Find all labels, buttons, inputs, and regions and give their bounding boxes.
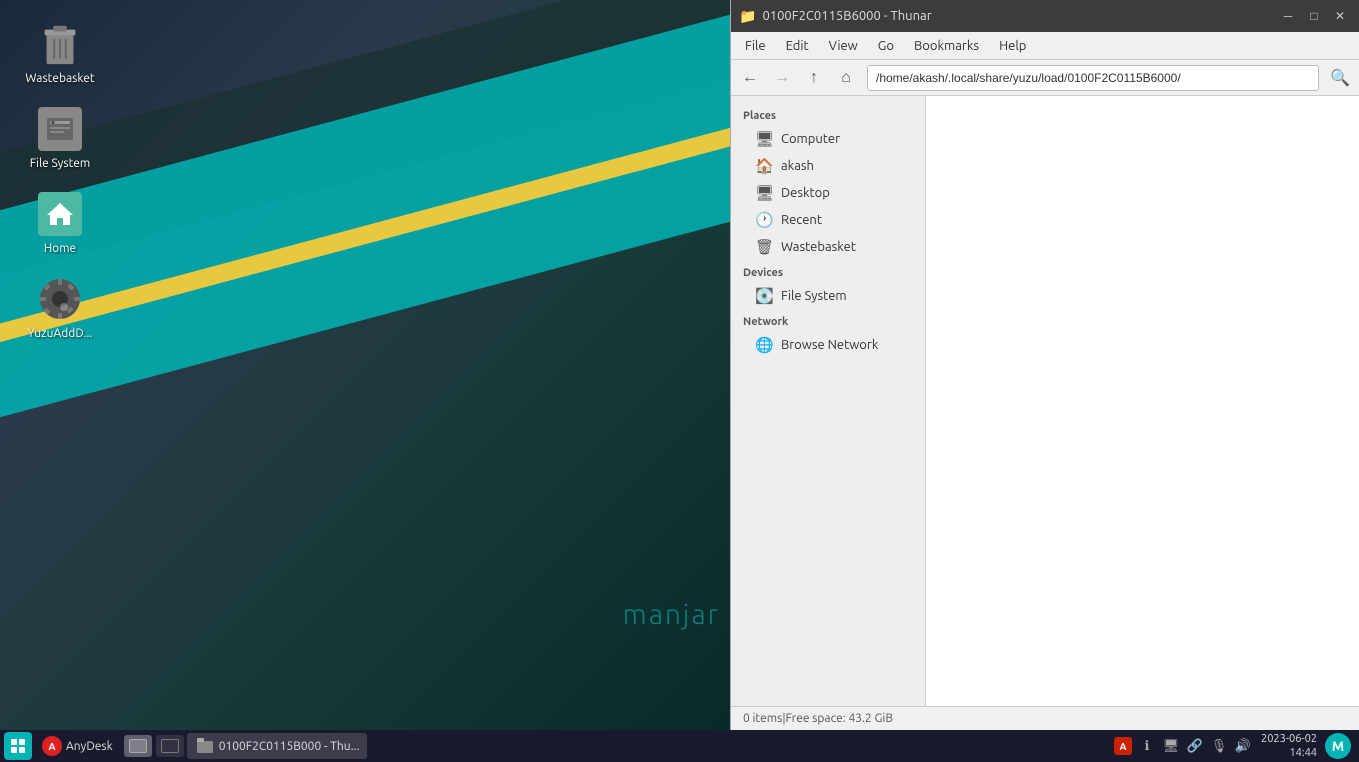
clock-time: 14:44 bbox=[1261, 746, 1317, 760]
filesystem-sidebar-icon: 💽 bbox=[755, 287, 773, 305]
manjaro-text: manjar bbox=[623, 599, 720, 630]
address-bar[interactable] bbox=[867, 65, 1319, 91]
sidebar-item-akash-label: akash bbox=[781, 159, 814, 173]
sidebar-item-computer[interactable]: 🖥 Computer bbox=[735, 126, 921, 152]
taskbar-app-anydesk[interactable]: A AnyDesk bbox=[34, 733, 121, 759]
desktop-icon-yuzu[interactable]: YuzuAddD... bbox=[20, 275, 100, 340]
menu-view[interactable]: View bbox=[819, 36, 868, 56]
sidebar-item-wastebasket-label: Wastebasket bbox=[781, 240, 856, 254]
desktop-icon-sidebar: 🖥 bbox=[755, 184, 773, 202]
sidebar-item-recent-label: Recent bbox=[781, 213, 822, 227]
minimize-button[interactable]: ─ bbox=[1277, 5, 1299, 27]
taskbar-clock: 2023-06-02 14:44 bbox=[1257, 732, 1321, 761]
thunar-taskbar-icon bbox=[195, 736, 215, 756]
sidebar: Places 🖥 Computer 🏠 akash 🖥 Desktop 🕐 Re… bbox=[731, 96, 926, 706]
wastebasket-label: Wastebasket bbox=[25, 72, 94, 85]
toolbar: ← → ↑ ⌂ 🔍 bbox=[731, 60, 1359, 96]
vd2-icon bbox=[161, 739, 179, 753]
sidebar-item-wastebasket[interactable]: 🗑 Wastebasket bbox=[735, 234, 921, 260]
restore-button[interactable]: □ bbox=[1303, 5, 1325, 27]
home-button[interactable]: ⌂ bbox=[831, 63, 861, 93]
sidebar-item-desktop[interactable]: 🖥 Desktop bbox=[735, 180, 921, 206]
sidebar-item-computer-label: Computer bbox=[781, 132, 840, 146]
yuzu-label: YuzuAddD... bbox=[28, 327, 93, 340]
virtual-desktop-1[interactable] bbox=[124, 735, 152, 757]
taskbar: A AnyDesk 0100F2C0115B000 - Thu... A ℹ 🖥… bbox=[0, 730, 1359, 762]
menu-edit[interactable]: Edit bbox=[776, 36, 819, 56]
filesystem-label: File System bbox=[30, 157, 91, 170]
tray-info-icon[interactable]: ℹ bbox=[1137, 736, 1157, 756]
thunar-title-icon: 📁 bbox=[739, 8, 756, 25]
vd1-icon bbox=[129, 739, 147, 753]
sidebar-section-places: Places bbox=[731, 104, 925, 125]
yuzu-icon bbox=[36, 275, 84, 323]
items-count: 0 items bbox=[743, 712, 782, 725]
menu-go[interactable]: Go bbox=[868, 36, 904, 56]
system-tray: A ℹ 🖥 🔗 🎙 🔊 2023-06-02 14:44 M bbox=[1109, 732, 1355, 761]
up-button[interactable]: ↑ bbox=[799, 63, 829, 93]
wastebasket-sidebar-icon: 🗑 bbox=[755, 238, 773, 256]
sidebar-item-browse-network[interactable]: 🌐 Browse Network bbox=[735, 332, 921, 358]
recent-icon: 🕐 bbox=[755, 211, 773, 229]
taskbar-manjaro-end[interactable]: M bbox=[1325, 733, 1351, 759]
browse-network-icon: 🌐 bbox=[755, 336, 773, 354]
desktop-icon-home[interactable]: Home bbox=[20, 190, 100, 255]
tray-link-icon[interactable]: 🔗 bbox=[1185, 736, 1205, 756]
home-icon bbox=[36, 190, 84, 238]
sidebar-item-akash[interactable]: 🏠 akash bbox=[735, 153, 921, 179]
tray-monitor-icon[interactable]: 🖥 bbox=[1161, 736, 1181, 756]
desktop-icons-container: Wastebasket File System bbox=[20, 20, 100, 340]
search-button[interactable]: 🔍 bbox=[1325, 63, 1355, 93]
anydesk-label: AnyDesk bbox=[66, 740, 113, 753]
sidebar-section-network: Network bbox=[731, 310, 925, 331]
home-label: Home bbox=[44, 242, 76, 255]
menu-bookmarks[interactable]: Bookmarks bbox=[904, 36, 989, 56]
tray-volume-icon[interactable]: 🔊 bbox=[1233, 736, 1253, 756]
sidebar-item-recent[interactable]: 🕐 Recent bbox=[735, 207, 921, 233]
menubar: File Edit View Go Bookmarks Help bbox=[731, 32, 1359, 60]
clock-date: 2023-06-02 bbox=[1261, 732, 1317, 746]
anydesk-taskbar-icon: A bbox=[42, 736, 62, 756]
desktop-icon-wastebasket[interactable]: Wastebasket bbox=[20, 20, 100, 85]
virtual-desktop-2[interactable] bbox=[156, 735, 184, 757]
titlebar-controls: ─ □ ✕ bbox=[1277, 5, 1351, 27]
titlebar-title: 0100F2C0115B6000 - Thunar bbox=[762, 9, 931, 23]
menu-help[interactable]: Help bbox=[989, 36, 1036, 56]
taskbar-app-thunar[interactable]: 0100F2C0115B000 - Thu... bbox=[187, 733, 368, 759]
sidebar-item-filesystem[interactable]: 💽 File System bbox=[735, 283, 921, 309]
desktop-icon-filesystem[interactable]: File System bbox=[20, 105, 100, 170]
tray-anydesk-icon[interactable]: A bbox=[1113, 736, 1133, 756]
forward-button[interactable]: → bbox=[767, 63, 797, 93]
close-button[interactable]: ✕ bbox=[1329, 5, 1351, 27]
sidebar-item-desktop-label: Desktop bbox=[781, 186, 830, 200]
sidebar-item-filesystem-label: File System bbox=[781, 289, 847, 303]
menu-file[interactable]: File bbox=[735, 36, 776, 56]
titlebar: 📁 0100F2C0115B6000 - Thunar ─ □ ✕ bbox=[731, 0, 1359, 32]
free-space: Free space: 43.2 GiB bbox=[786, 712, 893, 725]
main-file-panel[interactable] bbox=[926, 96, 1359, 706]
wastebasket-icon bbox=[36, 20, 84, 68]
filesystem-icon bbox=[36, 105, 84, 153]
sidebar-section-devices: Devices bbox=[731, 261, 925, 282]
sidebar-item-browse-network-label: Browse Network bbox=[781, 338, 878, 352]
computer-icon: 🖥 bbox=[755, 130, 773, 148]
tray-mic-icon[interactable]: 🎙 bbox=[1209, 736, 1229, 756]
back-button[interactable]: ← bbox=[735, 63, 765, 93]
titlebar-left: 📁 0100F2C0115B6000 - Thunar bbox=[739, 8, 932, 25]
start-button[interactable] bbox=[4, 732, 32, 760]
content-area: Places 🖥 Computer 🏠 akash 🖥 Desktop 🕐 Re… bbox=[731, 96, 1359, 706]
statusbar: 0 items | Free space: 43.2 GiB bbox=[731, 706, 1359, 730]
thunar-taskbar-label: 0100F2C0115B000 - Thu... bbox=[219, 740, 360, 753]
akash-home-icon: 🏠 bbox=[755, 157, 773, 175]
thunar-window: 📁 0100F2C0115B6000 - Thunar ─ □ ✕ File E… bbox=[730, 0, 1359, 730]
